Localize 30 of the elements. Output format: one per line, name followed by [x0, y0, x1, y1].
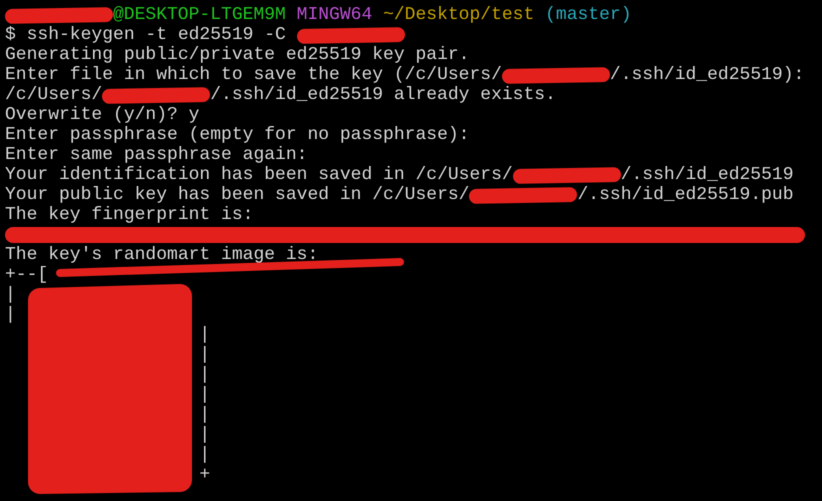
terminal-text: ~/Desktop/test	[383, 5, 536, 25]
terminal-text: |	[198, 325, 210, 345]
terminal-text: +--[	[5, 265, 48, 285]
terminal-text: Overwrite (y/n)? y	[5, 105, 200, 125]
terminal-text: |	[198, 345, 210, 365]
terminal-text: |	[5, 285, 16, 305]
terminal-text: MINGW64	[296, 5, 374, 25]
terminal-text: Enter passphrase (empty for no passphrase):	[5, 125, 470, 145]
terminal-text: (master)	[545, 5, 632, 25]
terminal-text: Enter same passphrase again:	[5, 145, 308, 165]
terminal-text: +	[198, 465, 210, 485]
terminal-text: Your public key has been saved in /c/Users/	[5, 185, 470, 205]
terminal-text: /c/Users/	[5, 85, 102, 105]
terminal-text: /.ssh/id_ed25519):	[610, 65, 804, 85]
terminal-text: Enter file in which to save the key (/c/Users/	[5, 65, 502, 85]
terminal-text: @DESKTOP-LTGEM9M	[113, 5, 287, 25]
terminal-text: /.ssh/id_ed25519 already exists.	[210, 85, 556, 105]
terminal-text: |	[5, 305, 16, 325]
terminal-text: |	[198, 365, 210, 385]
terminal-text: /.ssh/id_ed25519.pub	[577, 185, 794, 205]
terminal-text: |	[198, 405, 210, 425]
terminal-text: |	[198, 445, 210, 465]
terminal-text: The key fingerprint is:	[5, 205, 254, 225]
terminal-text: The key's randomart image is:	[5, 245, 318, 265]
terminal-text: Generating public/private ed25519 key pair.	[5, 45, 470, 65]
terminal-text: Your identification has been saved in /c/Users/	[5, 165, 513, 185]
terminal-text: |	[198, 385, 210, 405]
terminal-text: $ ssh-keygen -t ed25519 -C	[5, 25, 287, 45]
terminal-text: /.ssh/id_ed25519	[620, 165, 794, 185]
terminal-text: |	[198, 425, 210, 445]
